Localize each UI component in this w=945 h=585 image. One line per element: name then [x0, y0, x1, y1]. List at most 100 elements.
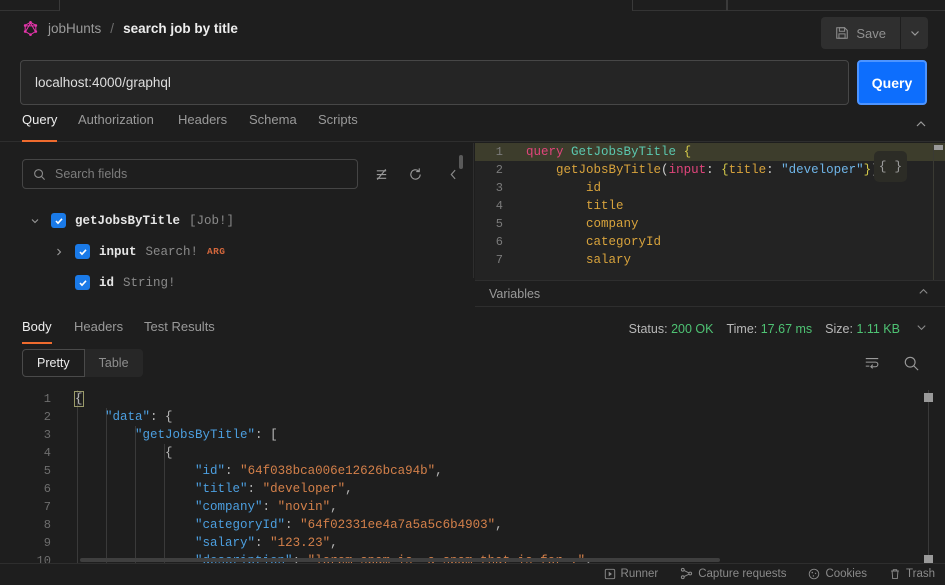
chevron-right-icon[interactable] — [52, 245, 66, 259]
word-wrap-button[interactable] — [859, 350, 885, 376]
line-content: "company": "novin", — [62, 498, 338, 516]
response-view-tabs: Pretty Table — [22, 349, 143, 377]
tree-field-name: input — [99, 244, 137, 259]
line-number: 3 — [495, 181, 503, 195]
tree-field-type: String! — [123, 275, 176, 290]
statusbar-cookies[interactable]: Cookies — [808, 567, 867, 580]
response-collapse-button[interactable] — [915, 321, 928, 339]
code-token: input — [668, 163, 707, 177]
code-token: : — [150, 410, 166, 424]
explorer-scrollbar[interactable] — [459, 155, 463, 169]
code-token: { — [74, 391, 84, 407]
code-token: "data" — [105, 410, 151, 424]
code-token: [ — [270, 428, 278, 442]
line-content: "id": "64f038bca006e12626bca94b", — [62, 462, 443, 480]
code-token: salary — [586, 253, 632, 267]
code-token: "title" — [195, 482, 248, 496]
code-token: : — [766, 163, 782, 177]
view-tab-pretty[interactable]: Pretty — [22, 349, 85, 377]
code-token: : — [706, 163, 722, 177]
response-scroll-track — [928, 390, 929, 563]
breadcrumb-parent[interactable]: jobHunts — [48, 21, 101, 36]
horizontal-scrollbar[interactable] — [80, 558, 900, 562]
editor-scrollbar-thumb[interactable] — [934, 145, 943, 150]
chevron-up-icon — [919, 288, 928, 294]
view-tab-table[interactable]: Table — [84, 349, 143, 377]
tree-checkbox[interactable] — [75, 275, 90, 290]
code-token: company — [586, 217, 639, 231]
tab-body[interactable]: Body — [22, 319, 52, 344]
search-fields-box[interactable] — [22, 159, 358, 189]
trash-icon — [891, 568, 899, 579]
save-button[interactable]: Save — [821, 17, 900, 49]
tab-query[interactable]: Query — [22, 112, 58, 142]
background-tab[interactable] — [0, 0, 60, 11]
line-number: 9 — [43, 536, 51, 550]
tab-headers-response[interactable]: Headers — [74, 319, 123, 342]
filter-lines-button[interactable] — [370, 163, 392, 185]
code-token: "salary" — [195, 536, 256, 550]
tree-item-getjobsbytitle[interactable]: getJobsByTitle [Job!] — [0, 205, 474, 236]
tree-item-input[interactable]: input Search! ARG — [0, 236, 474, 267]
beautify-button[interactable]: { } — [874, 151, 907, 182]
statusbar-capture-label: Capture requests — [698, 567, 787, 580]
tree-checkbox[interactable] — [75, 244, 90, 259]
variables-bar[interactable]: Variables — [475, 280, 945, 307]
line-number: 8 — [43, 518, 51, 532]
statusbar-runner[interactable]: Runner — [604, 567, 658, 580]
statusbar-capture[interactable]: Capture requests — [680, 567, 786, 580]
code-line: 2 "data": { — [0, 408, 945, 426]
tree-field-type: Search! — [145, 244, 199, 259]
code-token: : — [247, 482, 263, 496]
statusbar-trash[interactable]: Trash — [889, 567, 935, 580]
search-fields-input[interactable] — [55, 167, 335, 181]
status-bar: Runner Capture requests Cookies Trash — [0, 558, 945, 585]
query-editor[interactable]: 1 query GetJobsByTitle {2 getJobsByTitle(… — [475, 143, 945, 280]
save-dropdown-button[interactable] — [900, 17, 928, 49]
tab-schema[interactable]: Schema — [249, 112, 297, 142]
save-button-group[interactable]: Save — [821, 17, 928, 49]
statusbar-trash-label: Trash — [906, 567, 935, 580]
chevron-down-icon[interactable] — [28, 214, 42, 228]
response-tabs: Body Headers Test Results Status: 200 OK… — [0, 308, 945, 344]
response-scrollbar-thumb[interactable] — [924, 393, 933, 402]
line-content: getJobsByTitle(input: {title: "developer… — [513, 161, 894, 179]
send-query-button[interactable]: Query — [857, 60, 927, 105]
refresh-icon — [409, 167, 421, 180]
response-scrollbar-end[interactable] — [924, 555, 933, 563]
code-line: 5 company — [475, 215, 945, 233]
tree-item-id[interactable]: id String! — [0, 267, 474, 298]
filter-lines-icon — [376, 168, 386, 180]
window-tab-strip[interactable] — [0, 0, 945, 11]
tab-test-results[interactable]: Test Results — [144, 319, 215, 342]
search-response-button[interactable] — [898, 350, 924, 376]
line-content: "salary": "123.23", — [62, 534, 338, 552]
code-token: GetJobsByTitle — [571, 145, 677, 159]
line-number: 1 — [495, 145, 503, 159]
variables-collapse-button[interactable] — [917, 285, 930, 303]
response-body-code[interactable]: 1{2 "data": {3 "getJobsByTitle": [4 {5 "… — [0, 390, 945, 563]
line-number: 7 — [495, 253, 503, 267]
chevron-left-icon — [450, 169, 456, 179]
time-metric: Time: 17.67 ms — [726, 322, 813, 336]
statusbar-cookies-label: Cookies — [825, 567, 868, 580]
line-number: 3 — [43, 428, 51, 442]
code-token: categoryId — [586, 235, 662, 249]
variables-label: Variables — [489, 286, 541, 301]
chevron-down-icon — [910, 31, 919, 36]
code-token: "id" — [195, 464, 226, 478]
line-content: "categoryId": "64f02331ee4a7a5a5c6b4903"… — [62, 516, 503, 534]
tab-headers[interactable]: Headers — [178, 112, 227, 142]
tab-scripts[interactable]: Scripts — [318, 112, 358, 142]
tree-checkbox[interactable] — [51, 213, 66, 228]
code-token: id — [586, 181, 602, 195]
tab-authorization[interactable]: Authorization — [78, 112, 154, 142]
background-tab[interactable] — [632, 0, 727, 11]
breadcrumb-current[interactable]: search job by title — [123, 21, 238, 36]
collapse-request-button[interactable] — [914, 117, 928, 136]
url-input[interactable] — [20, 60, 849, 105]
refresh-schema-button[interactable] — [404, 163, 426, 185]
background-tab[interactable] — [727, 0, 945, 11]
